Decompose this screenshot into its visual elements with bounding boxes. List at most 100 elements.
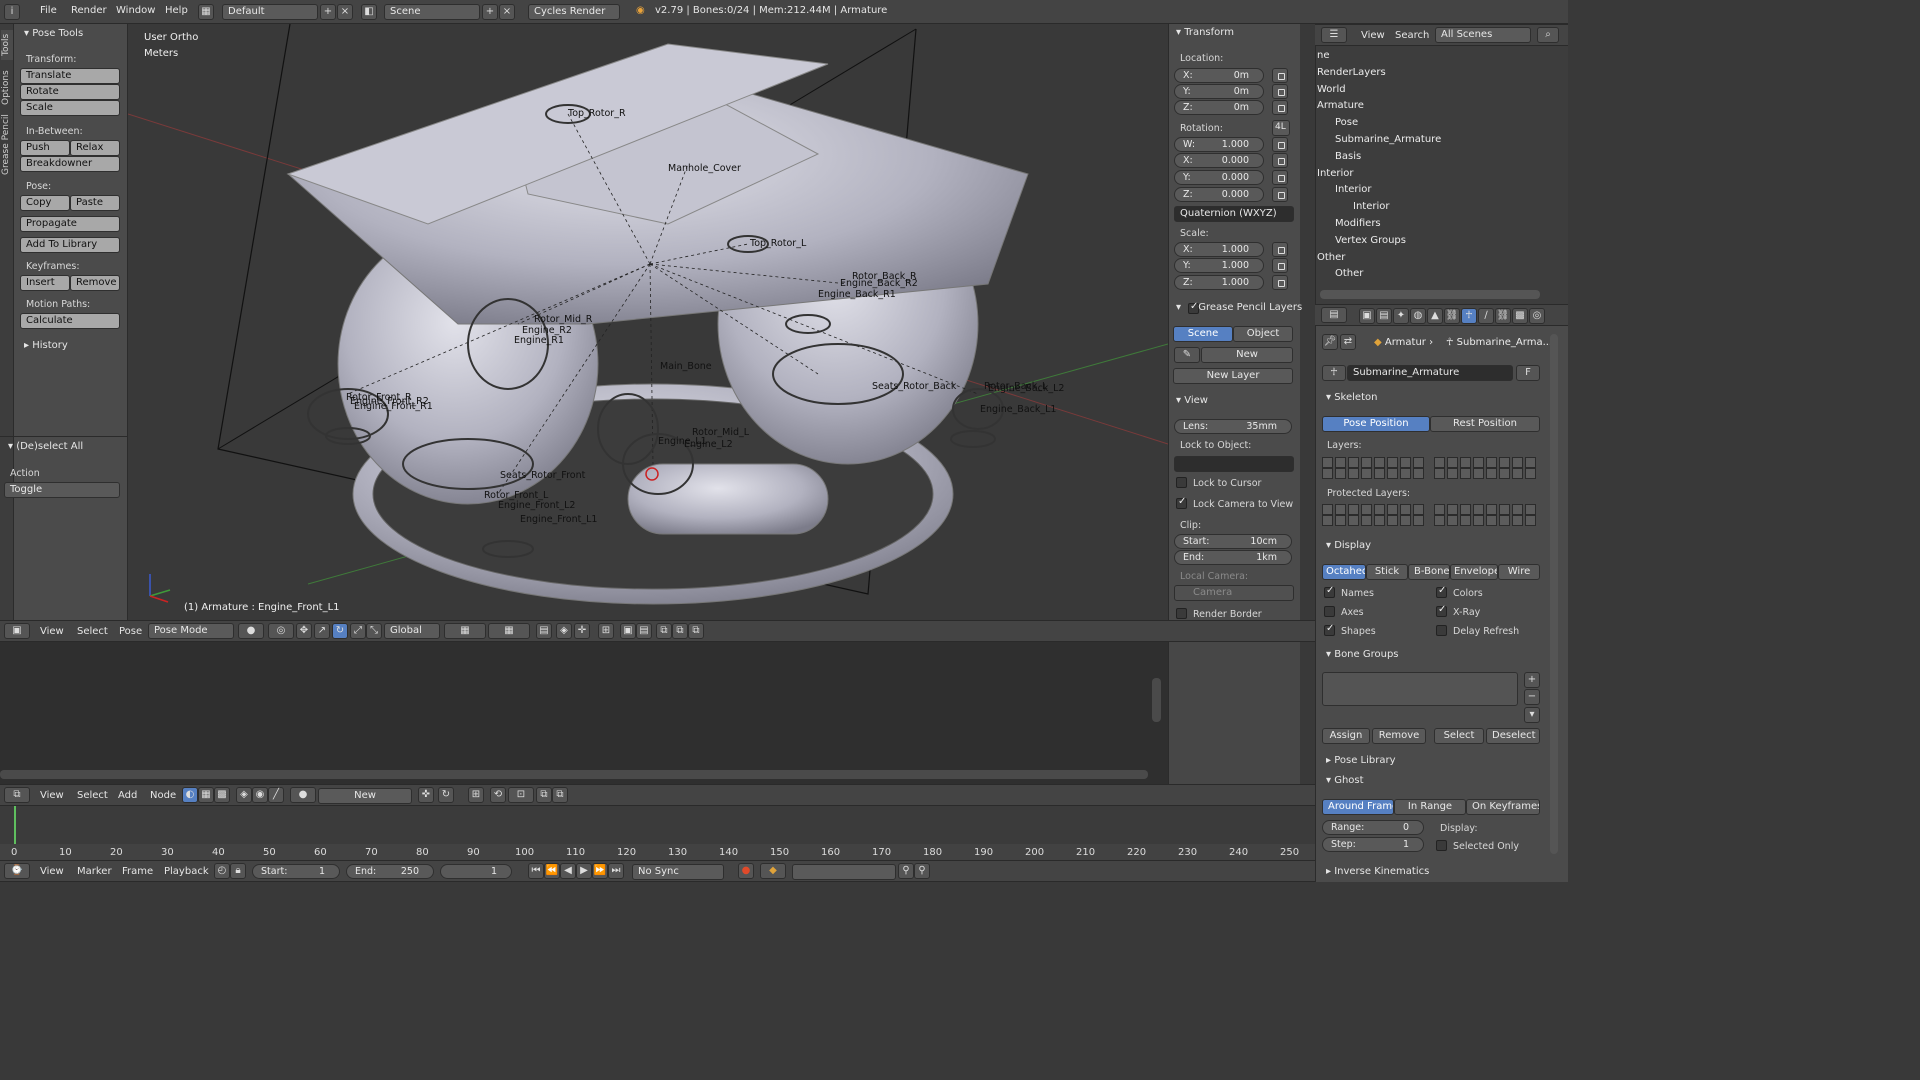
draw-octahedral-tab[interactable]: Octahedr bbox=[1322, 564, 1366, 580]
layer-cell[interactable] bbox=[1447, 457, 1458, 468]
action-select[interactable]: Toggle bbox=[4, 482, 120, 498]
outliner-item[interactable]: Interior bbox=[1353, 201, 1389, 212]
playhead[interactable] bbox=[14, 806, 16, 846]
bone-label[interactable]: Engine_Back_L1 bbox=[980, 404, 1056, 415]
object-tab-icon[interactable]: ▲ bbox=[1427, 308, 1443, 324]
layer-cell[interactable] bbox=[1525, 468, 1536, 479]
lock-icon[interactable] bbox=[1272, 68, 1288, 83]
location-y-field[interactable]: Y: 0m bbox=[1174, 84, 1264, 99]
outliner-item[interactable]: Basis bbox=[1335, 151, 1361, 162]
history-header[interactable]: ▸ History bbox=[24, 340, 68, 351]
outliner-item[interactable]: World bbox=[1317, 84, 1346, 95]
layer-cell[interactable] bbox=[1361, 457, 1372, 468]
layer-cell[interactable] bbox=[1361, 515, 1372, 526]
fake-user-button[interactable]: F bbox=[1516, 365, 1540, 381]
insert-keyframe-icon[interactable]: ⚲ bbox=[898, 863, 914, 879]
sync-select[interactable]: No Sync bbox=[632, 864, 724, 880]
outliner-item[interactable]: Armature bbox=[1317, 100, 1364, 111]
layer-cell[interactable] bbox=[1525, 457, 1536, 468]
outliner-item[interactable]: Pose bbox=[1335, 117, 1358, 128]
layer-cell[interactable] bbox=[1348, 468, 1359, 479]
editor-type-icon[interactable]: ⌚ bbox=[4, 863, 30, 879]
grease-pencil-header[interactable]: ▾ Grease Pencil Layers bbox=[1176, 302, 1302, 313]
layer-cell[interactable] bbox=[1348, 504, 1359, 515]
rotation-y-field[interactable]: Y: 0.000 bbox=[1174, 170, 1264, 185]
keying-icon[interactable]: ◆ bbox=[760, 863, 786, 879]
copy-nodes-icon[interactable]: ⧉ bbox=[536, 787, 552, 803]
lock-layers-icon[interactable]: ▤ bbox=[536, 623, 552, 639]
add-scene-icon[interactable]: + bbox=[482, 4, 498, 20]
translate-button[interactable]: Translate bbox=[20, 68, 120, 84]
pivot-icon[interactable]: ◎ bbox=[268, 623, 294, 639]
lock-camera-checkbox[interactable] bbox=[1176, 496, 1187, 509]
line-style-icon[interactable]: ╱ bbox=[268, 787, 284, 803]
outliner-item[interactable]: Modifiers bbox=[1335, 218, 1381, 229]
deselect-button[interactable]: Deselect bbox=[1486, 728, 1540, 744]
layer-cell[interactable] bbox=[1512, 468, 1523, 479]
copy-pose-button[interactable]: Copy bbox=[20, 195, 70, 211]
lock-icon[interactable] bbox=[1272, 170, 1288, 185]
info-editor-icon[interactable]: i bbox=[4, 4, 20, 20]
render-border-checkbox[interactable] bbox=[1176, 608, 1187, 619]
layer-cell[interactable] bbox=[1447, 468, 1458, 479]
ghost-header[interactable]: ▾ Ghost bbox=[1326, 775, 1364, 786]
lock-to-cursor-checkbox[interactable] bbox=[1176, 477, 1187, 488]
outliner-item[interactable]: Interior bbox=[1335, 184, 1371, 195]
display-mode-select[interactable]: All Scenes bbox=[1435, 27, 1531, 43]
manipulator-icon[interactable]: ✥ bbox=[296, 623, 312, 639]
bone-label[interactable]: Engine_R1 bbox=[514, 335, 564, 346]
jump-start-icon[interactable]: ⏮ bbox=[528, 863, 544, 879]
translate-manipulator-icon[interactable]: ↗ bbox=[314, 623, 330, 639]
gp-scene-tab[interactable]: Scene bbox=[1173, 326, 1233, 342]
bone-label[interactable]: Rotor_Mid_R bbox=[534, 314, 592, 325]
layer-cell[interactable] bbox=[1460, 457, 1471, 468]
auto-offset-icon[interactable]: ⟲ bbox=[490, 787, 506, 803]
bone-constraints-tab-icon[interactable]: ⛓ bbox=[1495, 308, 1511, 324]
gp-object-tab[interactable]: Object bbox=[1233, 326, 1293, 342]
editor-type-icon[interactable]: ▣ bbox=[4, 623, 30, 639]
bone-label[interactable]: Engine_Front_L1 bbox=[520, 514, 597, 525]
play-reverse-icon[interactable]: ◀ bbox=[560, 863, 576, 879]
clip-end-field[interactable]: End: 1km bbox=[1174, 550, 1292, 565]
texture-tree-icon[interactable]: ▩ bbox=[214, 787, 230, 803]
timeline-menu-view[interactable]: View bbox=[40, 866, 64, 877]
new-material-button[interactable]: New bbox=[318, 788, 412, 804]
ghost-range-field[interactable]: Range: 0 bbox=[1322, 820, 1424, 835]
copy-pose-icon[interactable]: ⧉ bbox=[656, 623, 672, 639]
layer-cell[interactable] bbox=[1434, 504, 1445, 515]
lock-icon[interactable] bbox=[1272, 153, 1288, 168]
screen-layout-field[interactable]: Default bbox=[222, 4, 318, 20]
layer-cell[interactable] bbox=[1486, 457, 1497, 468]
menu-render[interactable]: Render bbox=[71, 5, 107, 16]
add-layout-icon[interactable]: + bbox=[320, 4, 336, 20]
ghost-on-keyframes-tab[interactable]: On Keyframes bbox=[1466, 799, 1540, 815]
viewport-menu-view[interactable]: View bbox=[40, 626, 64, 637]
assign-button[interactable]: Assign bbox=[1322, 728, 1370, 744]
outliner-menu-view[interactable]: View bbox=[1361, 30, 1385, 41]
layer-cell[interactable] bbox=[1387, 515, 1398, 526]
timeline-menu-playback[interactable]: Playback bbox=[164, 866, 209, 877]
compositor-icon[interactable]: ▦ bbox=[198, 787, 214, 803]
tab-tools[interactable]: Tools bbox=[1, 30, 13, 60]
ghost-in-range-tab[interactable]: In Range bbox=[1394, 799, 1466, 815]
outliner-scrollbar[interactable] bbox=[1320, 290, 1540, 299]
shading-icon[interactable]: ● bbox=[238, 623, 264, 639]
object-shader-icon[interactable]: ◈ bbox=[236, 787, 252, 803]
pencil-icon[interactable]: ✎ bbox=[1174, 347, 1200, 363]
ghost-around-frame-tab[interactable]: Around Frame bbox=[1322, 799, 1394, 815]
transform-orientation-icon[interactable]: ⤡ bbox=[366, 623, 382, 639]
bone-label[interactable]: Engine_Back_L2 bbox=[988, 383, 1064, 394]
outliner-item[interactable]: Other bbox=[1317, 252, 1345, 263]
rotate-manipulator-icon[interactable]: ↻ bbox=[332, 623, 348, 639]
render-engine-select[interactable]: Cycles Render bbox=[528, 4, 620, 20]
rest-position-tab[interactable]: Rest Position bbox=[1430, 416, 1540, 432]
timeline-menu-marker[interactable]: Marker bbox=[77, 866, 112, 877]
lock-range-icon[interactable]: 🔒︎ bbox=[230, 863, 246, 879]
bone-tab-icon[interactable]: ∕ bbox=[1478, 308, 1494, 324]
jump-end-icon[interactable]: ⏭ bbox=[608, 863, 624, 879]
armature-name-field[interactable]: Submarine_Armature bbox=[1347, 365, 1513, 381]
lock-icon[interactable] bbox=[1272, 100, 1288, 115]
timeline[interactable] bbox=[0, 806, 1315, 860]
outliner-item[interactable]: Submarine_Armature bbox=[1335, 134, 1441, 145]
snap-element-icon[interactable]: ⊡ bbox=[508, 787, 534, 803]
